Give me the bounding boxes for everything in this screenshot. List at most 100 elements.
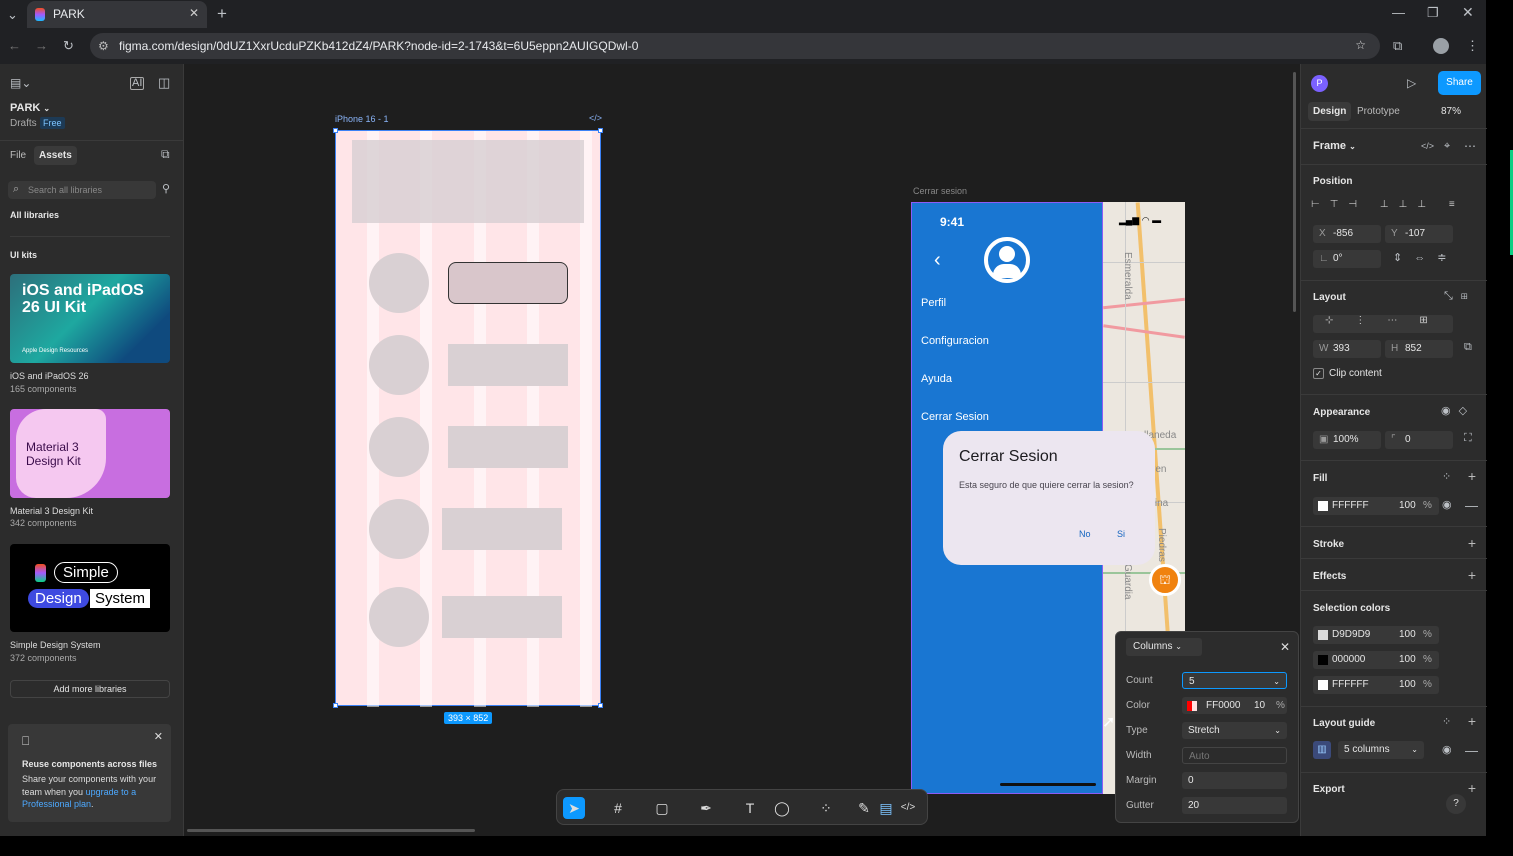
alignment-row[interactable]: ⊢⊤⊣ ⊥⊥⊥ ≡	[1311, 199, 1479, 217]
clip-content-checkbox[interactable]: ✓ Clip content	[1313, 368, 1382, 379]
menu-item-cerrar-sesion[interactable]: Cerrar Sesion	[921, 411, 989, 423]
color-swatch[interactable]	[1318, 655, 1328, 665]
share-button[interactable]: Share	[1438, 71, 1481, 95]
layout-guide-select[interactable]: 5 columns ⌄	[1338, 741, 1424, 759]
fill-row[interactable]: FFFFFF 100%	[1313, 497, 1439, 515]
horizontal-scrollbar[interactable]	[187, 829, 475, 832]
type-select[interactable]: Stretch ⌄	[1182, 722, 1287, 739]
margin-input[interactable]: 0	[1182, 772, 1287, 789]
pen-tool-icon[interactable]: ✒	[695, 797, 717, 819]
user-avatar[interactable]: P	[1311, 75, 1328, 92]
resize-handle[interactable]	[598, 703, 603, 708]
close-tab-icon[interactable]: ✕	[189, 6, 199, 20]
dialog-no-button[interactable]: No	[1079, 529, 1091, 539]
visibility-icon[interactable]: ◉	[1442, 500, 1452, 511]
resize-handle[interactable]	[598, 128, 603, 133]
actions-icon[interactable]: ⁘	[815, 797, 837, 819]
auto-layout-options[interactable]: ⊹⋮⋯⊞	[1313, 315, 1453, 333]
rectangle-tool-icon[interactable]: ▢	[651, 797, 673, 819]
resize-handle[interactable]	[333, 703, 338, 708]
tab-assets[interactable]: Assets	[34, 146, 77, 165]
resize-to-fit-icon[interactable]: ⧉	[1464, 342, 1472, 353]
corner-radius-field[interactable]: ⌜ 0	[1385, 431, 1453, 449]
design-mode-icon[interactable]: ▤	[875, 797, 897, 819]
height-field[interactable]: H 852	[1385, 340, 1453, 358]
comment-tool-icon[interactable]: ◯	[771, 797, 793, 819]
play-icon[interactable]: ▷	[1407, 77, 1416, 89]
width-input[interactable]: Auto	[1182, 747, 1287, 764]
ios-kit-thumbnail[interactable]: iOS and iPadOS 26 UI Kit Apple Design Re…	[10, 274, 170, 363]
frame2-label[interactable]: Cerrar sesion	[913, 186, 967, 196]
minimize-icon[interactable]: —	[1392, 6, 1405, 19]
menu-item-ayuda[interactable]: Ayuda	[921, 373, 952, 385]
dev-mode-toggle-icon[interactable]: </>	[897, 797, 919, 819]
reload-icon[interactable]: ↻	[63, 39, 74, 52]
remove-fill-icon[interactable]: —	[1465, 499, 1478, 512]
address-bar[interactable]: ⚙ figma.com/design/0dUZ1XxrUcduPZKb412dZ…	[90, 33, 1380, 59]
frame-tool-icon[interactable]: #	[607, 797, 629, 819]
add-more-libraries-button[interactable]: Add more libraries	[10, 680, 170, 698]
close-window-icon[interactable]: ✕	[1462, 5, 1474, 19]
count-input[interactable]: 5 ⌄	[1182, 672, 1287, 689]
styles-icon[interactable]: ⁘	[1442, 717, 1451, 728]
fill-swatch[interactable]	[1318, 501, 1328, 511]
vertical-scrollbar[interactable]	[1293, 72, 1296, 312]
sidebar-toggle-icon[interactable]: ◫	[158, 76, 170, 89]
tab-file[interactable]: File	[10, 150, 26, 161]
extensions-icon[interactable]: ⧉	[1393, 39, 1402, 52]
color-swatch[interactable]	[1187, 701, 1197, 711]
remove-guide-icon[interactable]: —	[1465, 744, 1478, 757]
all-libraries[interactable]: All libraries	[10, 210, 59, 220]
columns-type-select[interactable]: Columns ⌄	[1126, 638, 1202, 656]
dev-mode-icon[interactable]: </>	[589, 113, 602, 123]
browser-tab[interactable]: PARK ✕	[27, 1, 207, 28]
back-chevron-icon[interactable]: ‹	[934, 249, 941, 272]
forward-icon[interactable]: →	[35, 39, 48, 52]
visibility-icon[interactable]: ◉	[1442, 745, 1452, 756]
menu-item-perfil[interactable]: Perfil	[921, 297, 946, 309]
search-libraries[interactable]: ⌕ Search all libraries	[8, 181, 156, 199]
x-field[interactable]: X -856	[1313, 225, 1381, 243]
ai-icon[interactable]: AI	[130, 77, 145, 90]
corner-expand-icon[interactable]: ⛶	[1464, 433, 1472, 444]
simple-kit-thumbnail[interactable]: Simple Design System	[10, 544, 170, 632]
drafts-label[interactable]: Drafts	[10, 118, 37, 129]
add-fill-icon[interactable]: +	[1468, 468, 1476, 484]
back-icon[interactable]: ←	[8, 39, 21, 52]
help-button[interactable]: ?	[1446, 794, 1466, 814]
bookmark-icon[interactable]: ☆	[1355, 38, 1366, 52]
selection-color-row[interactable]: D9D9D9 100%	[1313, 626, 1439, 644]
layout-icons[interactable]: ⤡⊞	[1444, 291, 1476, 302]
menu-item-configuracion[interactable]: Configuracion	[921, 335, 989, 347]
guide-swatch-icon[interactable]: ▥	[1313, 741, 1331, 759]
material-kit-thumbnail[interactable]: Material 3 Design Kit	[10, 409, 170, 498]
selection-color-row[interactable]: FFFFFF 100%	[1313, 676, 1439, 694]
styles-icon[interactable]: ⁘	[1442, 472, 1451, 483]
new-tab-icon[interactable]: +	[217, 5, 227, 22]
color-swatch[interactable]	[1318, 630, 1328, 640]
profile-avatar[interactable]	[1433, 38, 1449, 54]
color-swatch[interactable]	[1318, 680, 1328, 690]
library-icon[interactable]: ⧉	[161, 148, 170, 160]
appearance-icons[interactable]: ◉◇	[1441, 406, 1475, 417]
opacity-field[interactable]: ▣ 100%	[1313, 431, 1381, 449]
frame-type[interactable]: Frame ⌄	[1313, 140, 1356, 152]
color-input[interactable]: FF0000 10 %	[1182, 697, 1287, 714]
file-name[interactable]: PARK ⌄	[10, 102, 50, 114]
y-field[interactable]: Y -107	[1385, 225, 1453, 243]
restore-icon[interactable]: ❐	[1427, 6, 1439, 19]
zoom-level[interactable]: 87%	[1441, 106, 1461, 117]
dialog-si-button[interactable]: Si	[1117, 529, 1125, 539]
move-tool-icon[interactable]: ➤	[563, 797, 585, 819]
resize-handle[interactable]	[333, 128, 338, 133]
tab-prototype[interactable]: Prototype	[1357, 106, 1400, 117]
more-icon[interactable]: ⋯	[1464, 140, 1476, 152]
close-promo-icon[interactable]: ✕	[154, 730, 163, 743]
gutter-input[interactable]: 20	[1182, 797, 1287, 814]
add-layout-guide-icon[interactable]: +	[1468, 713, 1476, 729]
chrome-menu-icon[interactable]: ⋮	[1466, 39, 1479, 52]
filter-icon[interactable]: ⚲	[162, 184, 170, 195]
add-export-icon[interactable]: +	[1468, 780, 1476, 796]
width-field[interactable]: W 393	[1313, 340, 1381, 358]
tab-design[interactable]: Design	[1308, 102, 1352, 121]
